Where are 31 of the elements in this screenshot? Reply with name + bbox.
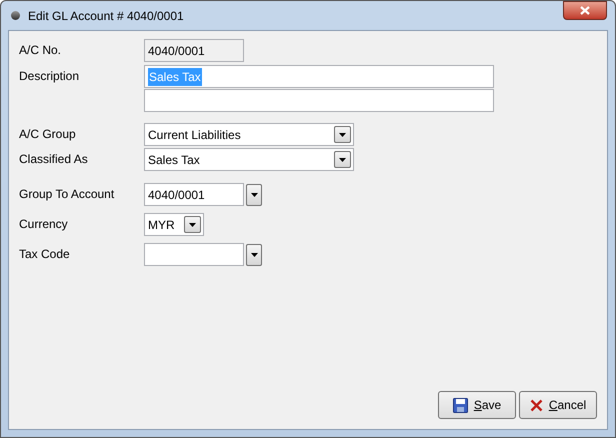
caret-icon — [339, 132, 346, 136]
close-button[interactable] — [563, 1, 607, 20]
dropdown-button[interactable] — [334, 151, 351, 168]
field-label: A/C No. — [19, 42, 62, 59]
dropdown-field[interactable]: MYR — [144, 213, 204, 236]
field-label: Currency — [19, 216, 69, 233]
field-label: A/C Group — [19, 126, 77, 143]
x-icon — [530, 398, 543, 412]
dropdown-field[interactable]: Sales Tax — [144, 148, 354, 171]
dropdown-button[interactable] — [184, 216, 201, 233]
caret-icon — [339, 158, 346, 162]
caret-icon — [189, 222, 196, 226]
caret-icon — [250, 192, 258, 196]
lookup-button[interactable] — [246, 244, 262, 266]
field-label: Tax Code — [19, 246, 71, 263]
window-title: Edit GL Account # 4040/0001 — [28, 8, 184, 24]
save-button[interactable]: Save — [438, 391, 516, 419]
dropdown-button[interactable] — [334, 126, 351, 143]
description-field[interactable] — [144, 89, 494, 112]
caret-icon — [250, 252, 258, 256]
window-icon — [11, 11, 20, 20]
field-label: Classified As — [19, 151, 89, 168]
lookup-field[interactable] — [144, 243, 244, 266]
selected-text: Sales Tax — [148, 68, 202, 86]
lookup-field[interactable]: 4040/0001 — [144, 183, 244, 206]
lookup-button[interactable] — [246, 184, 262, 206]
field-label: Group To Account — [19, 186, 116, 203]
dropdown-field[interactable]: Current Liabilities — [144, 123, 354, 146]
field-label: Description — [19, 68, 80, 85]
close-icon — [580, 6, 590, 15]
cancel-button[interactable]: Cancel — [519, 391, 597, 419]
